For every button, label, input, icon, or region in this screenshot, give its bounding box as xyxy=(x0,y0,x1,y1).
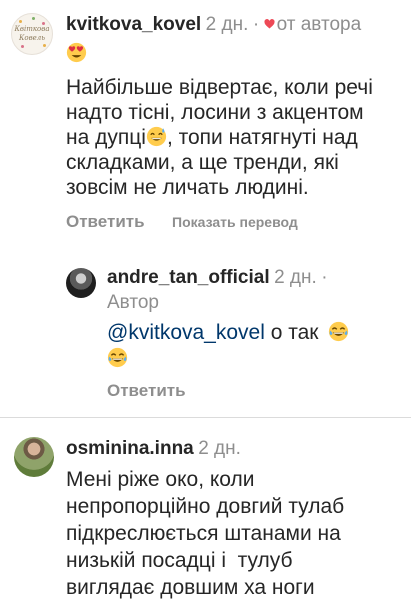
meta-separator: · xyxy=(321,267,328,288)
meta-separator: · xyxy=(252,14,260,35)
tears-of-joy-emoji xyxy=(107,347,128,368)
comment-osminina-inna: osminina.inna 2 дн. xyxy=(66,437,406,462)
comment-text-line: підкреслюється штанами на xyxy=(66,522,341,545)
comment-text: Мені ріже око, коли непропорційно довгий… xyxy=(66,466,406,601)
avatar-osminina-inna[interactable] xyxy=(14,437,54,477)
show-translation-button[interactable]: Показать перевод xyxy=(172,214,298,230)
comment-text-line: Найбільше відвертає, коли речі xyxy=(66,76,373,99)
author-badge: Автор xyxy=(107,292,159,313)
comment-time: 2 дн. xyxy=(274,267,317,288)
mention-link[interactable]: @kvitkova_kovel xyxy=(107,321,265,344)
comment-text-line: надто тісні, лосини з акцентом xyxy=(66,101,364,124)
comment-text-line: на дупці , топи натягнуті над xyxy=(66,126,358,149)
comment-text-line: низькій посадці і тулуб xyxy=(66,549,293,572)
comment-time: 2 дн. xyxy=(205,14,249,35)
tears-of-joy-emoji xyxy=(329,321,349,342)
comment-text: @kvitkova_kovel о так xyxy=(107,320,407,372)
liked-by-author-label: от автора xyxy=(276,14,362,35)
comment-text-line: непропорційно довгий тулаб xyxy=(66,495,345,518)
comment-time: 2 дн. xyxy=(198,438,241,459)
avatar-logo-text: Квіткова Ковель xyxy=(14,25,50,42)
reply-button[interactable]: Ответить xyxy=(107,381,186,401)
comment-text-line: виглядає довшим ха ноги xyxy=(66,576,315,599)
heart-icon xyxy=(264,19,275,29)
reply-button[interactable]: Ответить xyxy=(66,212,145,232)
comment-kvitkova-kovel: kvitkova_kovel 2 дн. · от автора xyxy=(66,13,406,38)
section-divider xyxy=(0,417,411,418)
comment-username[interactable]: kvitkova_kovel xyxy=(66,14,201,35)
comment-username[interactable]: andre_tan_official xyxy=(107,267,270,288)
comment-username[interactable]: osminina.inna xyxy=(66,438,194,459)
heart-eyes-emoji xyxy=(66,42,87,63)
comment-text-line: складками, а ще тренди, які xyxy=(66,151,339,174)
comment-text-line: Мені ріже око, коли xyxy=(66,468,255,491)
reply-andre-tan-official: andre_tan_official 2 дн. · Автор xyxy=(107,266,407,315)
comment-text-line: зовсім не личать людині. xyxy=(66,176,309,199)
sweat-smile-emoji xyxy=(146,126,167,147)
avatar-andre-tan-official[interactable] xyxy=(66,268,96,298)
comment-text: Найбільше відвертає, коли речі надто тіс… xyxy=(66,75,406,200)
avatar-kvitkova-kovel[interactable]: Квіткова Ковель xyxy=(11,13,53,55)
